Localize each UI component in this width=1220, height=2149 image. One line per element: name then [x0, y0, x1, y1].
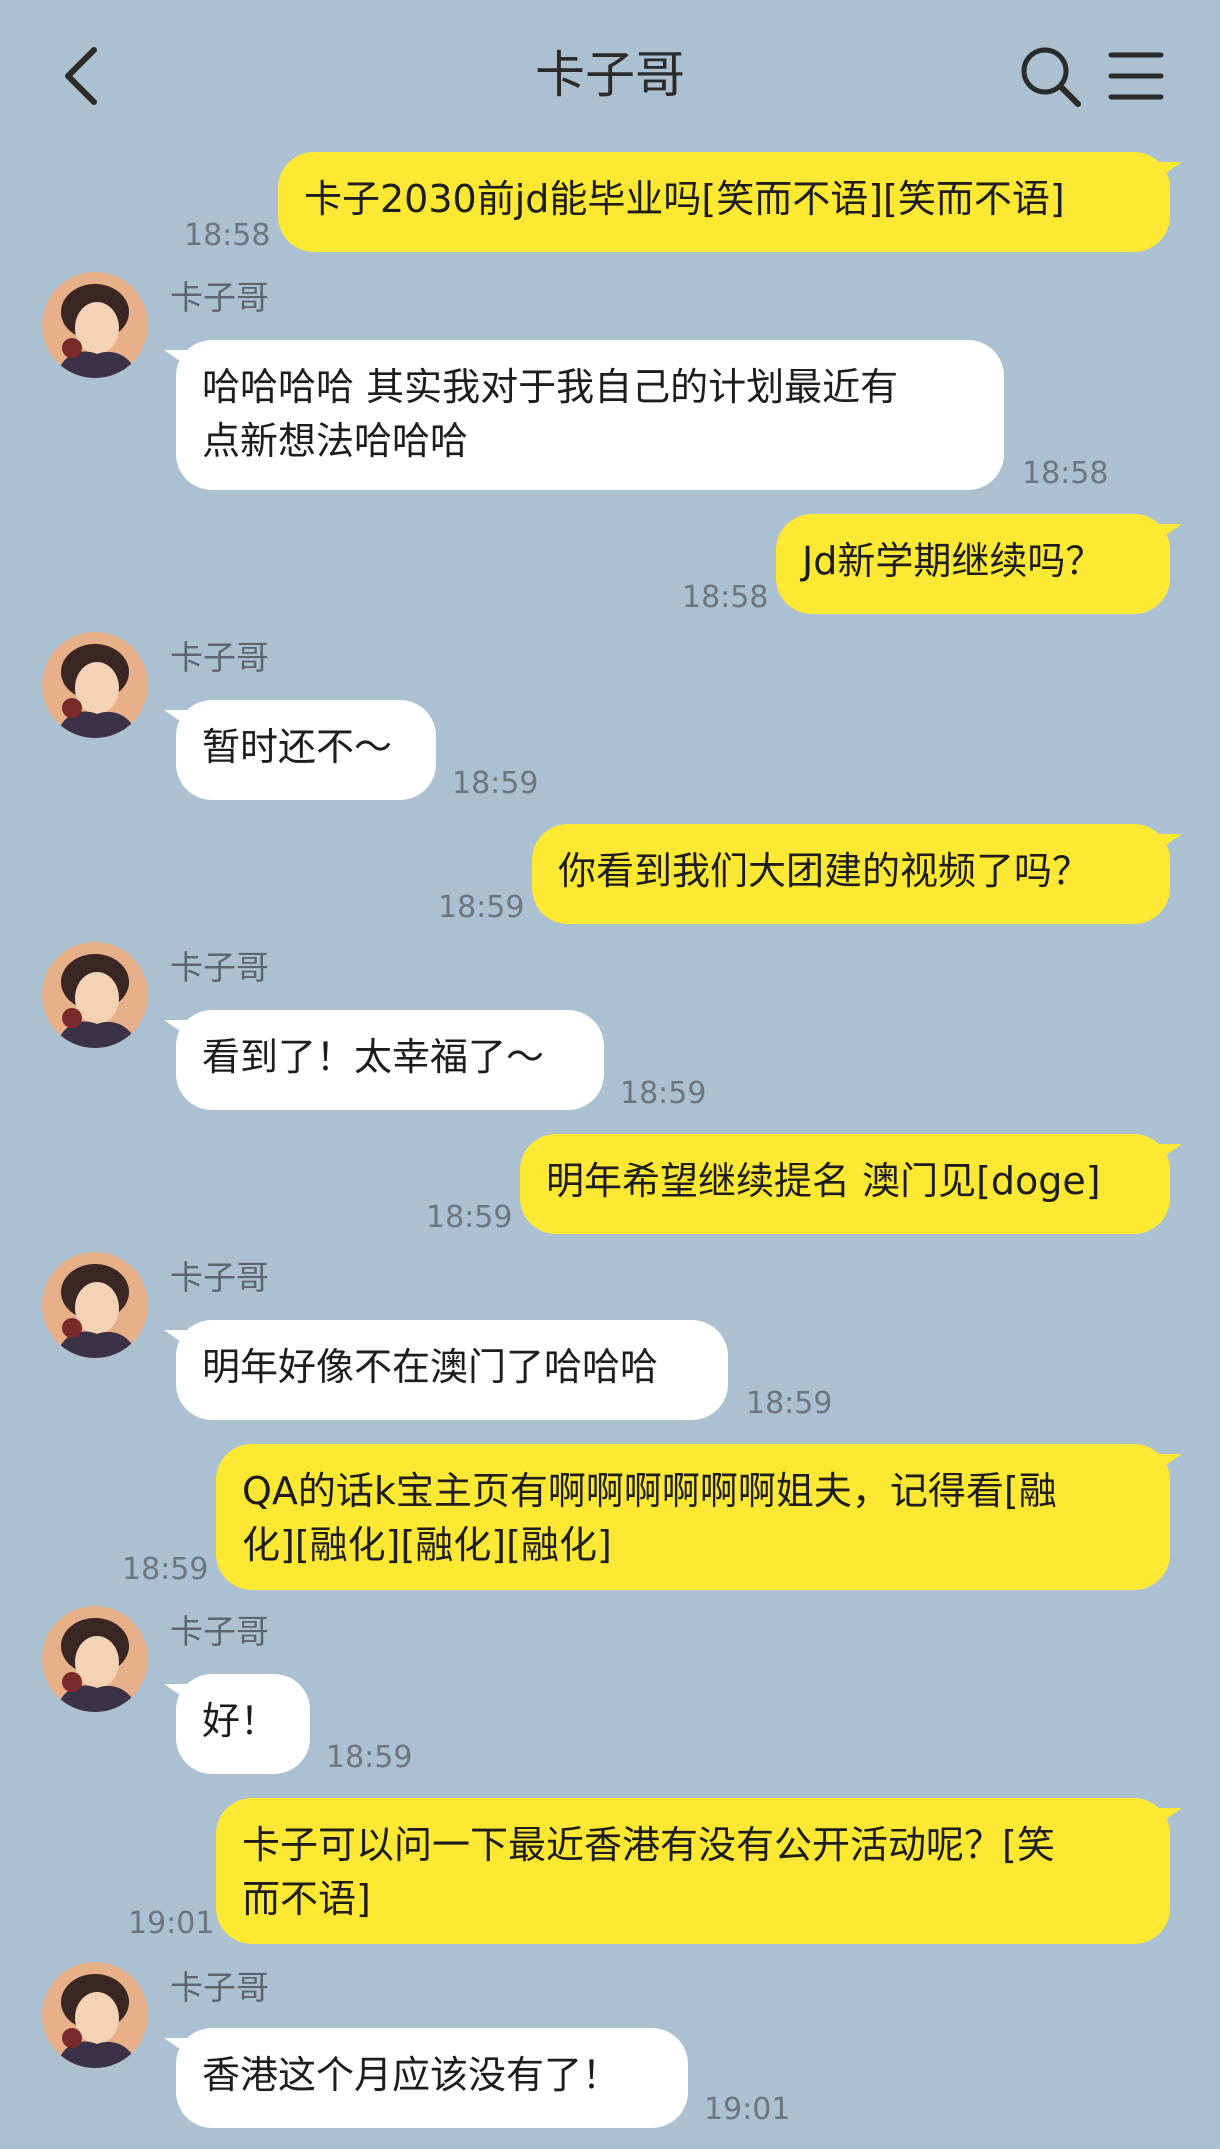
incoming-message[interactable]: 香港这个月应该没有了！ — [164, 2028, 688, 2128]
incoming-message[interactable]: 暂时还不～ — [164, 700, 436, 800]
outgoing-message[interactable]: 你看到我们大团建的视频了吗？ — [532, 824, 1182, 924]
message-time: 18:59 — [326, 1740, 413, 1775]
avatar-image — [42, 1962, 148, 2068]
contact-name: 卡子哥 — [170, 638, 269, 677]
message-time: 18:58 — [682, 580, 769, 615]
contact-avatar[interactable] — [42, 272, 148, 378]
menu-icon[interactable] — [1108, 50, 1164, 102]
outgoing-message[interactable]: 卡子可以问一下最近香港有没有公开活动呢？[笑 而不语] — [216, 1798, 1182, 1944]
message-time: 18:59 — [426, 1200, 513, 1235]
incoming-message[interactable]: 看到了！太幸福了～ — [164, 1010, 604, 1110]
incoming-message[interactable]: 好！ — [164, 1674, 310, 1774]
outgoing-message[interactable]: 明年希望继续提名 澳门见[doge] — [520, 1134, 1182, 1234]
contact-avatar[interactable] — [42, 1606, 148, 1712]
contact-avatar[interactable] — [42, 1962, 148, 2068]
outgoing-message[interactable]: 卡子2030前jd能毕业吗[笑而不语][笑而不语] — [278, 152, 1182, 252]
contact-avatar[interactable] — [42, 1252, 148, 1358]
outgoing-message[interactable]: Jd新学期继续吗？ — [776, 514, 1182, 614]
contact-avatar[interactable] — [42, 632, 148, 738]
contact-name: 卡子哥 — [170, 1258, 269, 1297]
contact-name: 卡子哥 — [170, 1612, 269, 1651]
avatar-image — [42, 1252, 148, 1358]
contact-name: 卡子哥 — [170, 1968, 269, 2007]
message-time: 18:59 — [620, 1076, 707, 1111]
message-time: 18:59 — [438, 890, 525, 925]
search-icon[interactable] — [1018, 44, 1082, 108]
message-time: 18:58 — [1022, 456, 1109, 491]
avatar-image — [42, 632, 148, 738]
avatar-image — [42, 272, 148, 378]
message-time: 19:01 — [704, 2092, 791, 2127]
contact-avatar[interactable] — [42, 942, 148, 1048]
message-time: 18:59 — [452, 766, 539, 801]
contact-name: 卡子哥 — [170, 278, 269, 317]
message-time: 18:59 — [122, 1552, 209, 1587]
message-time: 19:01 — [128, 1906, 215, 1941]
outgoing-message[interactable]: QA的话k宝主页有啊啊啊啊啊啊姐夫，记得看[融 化][融化][融化][融化] — [216, 1444, 1182, 1590]
message-time: 18:58 — [184, 218, 271, 253]
avatar-image — [42, 1606, 148, 1712]
contact-name: 卡子哥 — [170, 948, 269, 987]
incoming-message[interactable]: 明年好像不在澳门了哈哈哈 — [164, 1320, 728, 1420]
message-time: 18:59 — [746, 1386, 833, 1421]
avatar-image — [42, 942, 148, 1048]
chat-header: 卡子哥 — [0, 0, 1220, 150]
incoming-message[interactable]: 哈哈哈哈 其实我对于我自己的计划最近有 点新想法哈哈哈 — [164, 340, 1004, 490]
